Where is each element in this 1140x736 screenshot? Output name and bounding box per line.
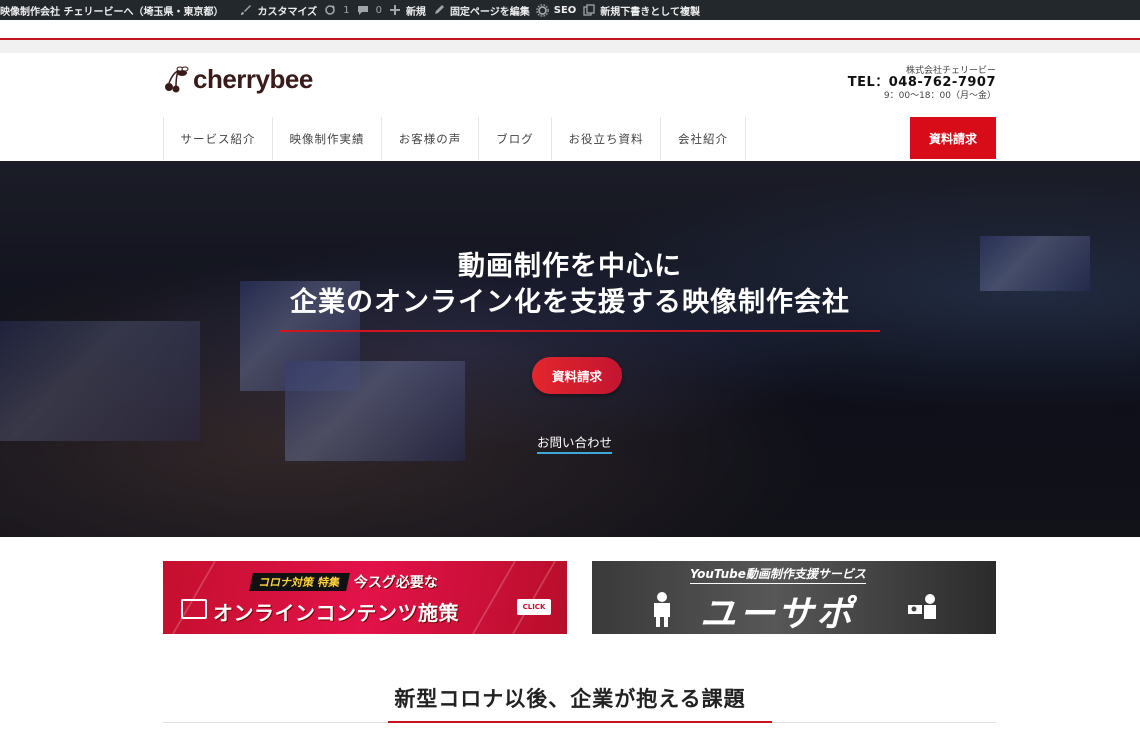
banner-stripe bbox=[171, 561, 217, 634]
adminbar-comments[interactable]: 0 bbox=[356, 0, 388, 20]
adminbar-duplicate[interactable]: 新規下書きとして複製 bbox=[582, 0, 706, 20]
plus-icon bbox=[388, 3, 402, 17]
adminbar-site-link[interactable]: 映像制作会社 チェリービーへ（埼玉県・東京都） bbox=[0, 0, 229, 20]
banner1-tag2: 今スグ必要な bbox=[353, 575, 438, 591]
request-materials-button[interactable]: 資料請求 bbox=[910, 117, 996, 159]
adminbar-seo-label: SEO bbox=[553, 4, 577, 16]
hero-request-button[interactable]: 資料請求 bbox=[532, 357, 622, 394]
nav-item-works[interactable]: 映像制作実績 bbox=[272, 117, 381, 160]
adminbar-customize-label: カスタマイズ bbox=[257, 6, 318, 18]
hero-headline-line2: 企業のオンライン化を支援する映像制作会社 bbox=[290, 287, 850, 318]
pencil-icon bbox=[432, 3, 446, 17]
adminbar-duplicate-label: 新規下書きとして複製 bbox=[600, 6, 700, 18]
wp-admin-bar: 映像制作会社 チェリービーへ（埼玉県・東京都） カスタマイズ 1 0 新規 固定… bbox=[0, 0, 1140, 20]
cherry-bee-icon bbox=[163, 65, 193, 95]
nav-item-company[interactable]: 会社紹介 bbox=[660, 117, 746, 160]
hero-headline-underline bbox=[280, 330, 880, 332]
header-gray-strip bbox=[0, 40, 1140, 53]
updates-count: 1 bbox=[343, 4, 350, 16]
gear-icon bbox=[536, 3, 550, 17]
videographer-icon bbox=[904, 591, 936, 627]
site-logo[interactable]: cherrybee bbox=[163, 64, 313, 95]
banner1-tagline: コロナ対策 特集 今スグ必要な bbox=[249, 573, 438, 591]
refresh-icon bbox=[323, 3, 337, 17]
hero-overlay bbox=[0, 161, 1140, 537]
main-nav: サービス紹介 映像制作実績 お客様の声 ブログ お役立ち資料 会社紹介 bbox=[163, 117, 746, 160]
adminbar-customize[interactable]: カスタマイズ bbox=[239, 0, 323, 20]
click-badge: CLICK bbox=[517, 599, 551, 615]
banner1-title: オンラインコンテンツ施策 bbox=[213, 601, 459, 625]
comments-count: 0 bbox=[375, 4, 382, 16]
nav-item-resources[interactable]: お役立ち資料 bbox=[551, 117, 660, 160]
brush-icon bbox=[239, 3, 253, 17]
yousapo-banner[interactable]: YouTube動画制作支援サービス ユーサポ bbox=[592, 561, 996, 634]
section-title-underline bbox=[388, 721, 772, 723]
banner-stripe bbox=[471, 561, 517, 634]
copy-icon bbox=[582, 3, 596, 17]
hero-inquiry-link[interactable]: お問い合わせ bbox=[537, 432, 613, 454]
banner-stripe bbox=[511, 561, 557, 634]
nav-item-testimonials[interactable]: お客様の声 bbox=[381, 117, 478, 160]
adminbar-edit-page-label: 固定ページを編集 bbox=[449, 6, 530, 18]
business-hours: 9：00〜18：00（月〜金） bbox=[883, 91, 996, 102]
nav-item-services[interactable]: サービス紹介 bbox=[163, 117, 272, 160]
online-content-banner[interactable]: コロナ対策 特集 今スグ必要な オンラインコンテンツ施策 CLICK bbox=[163, 561, 567, 634]
phone-number[interactable]: TEL：048-762-7907 bbox=[848, 75, 996, 91]
nav-item-blog[interactable]: ブログ bbox=[478, 117, 551, 160]
film-icon bbox=[181, 599, 207, 619]
header-contact: 株式会社チェリービー TEL：048-762-7907 9：00〜18：00（月… bbox=[848, 66, 996, 102]
banner2-title: ユーサポ bbox=[700, 594, 856, 634]
adminbar-edit-page[interactable]: 固定ページを編集 bbox=[432, 0, 536, 20]
banner2-subtitle: YouTube動画制作支援サービス bbox=[690, 565, 866, 584]
comment-icon bbox=[356, 3, 370, 17]
adminbar-seo[interactable]: SEO bbox=[536, 0, 583, 20]
section-title: 新型コロナ以後、企業が抱える課題 bbox=[394, 687, 746, 711]
hero-section: 動画制作を中心に 企業のオンライン化を支援する映像制作会社 資料請求 お問い合わ… bbox=[0, 161, 1140, 537]
hero-headline-line1: 動画制作を中心に bbox=[458, 251, 682, 282]
logo-text: cherrybee bbox=[193, 64, 313, 94]
adminbar-updates[interactable]: 1 bbox=[323, 0, 355, 20]
banner1-tag: コロナ対策 特集 bbox=[249, 573, 350, 591]
adminbar-new-label: 新規 bbox=[405, 6, 426, 18]
person-camera-icon bbox=[648, 591, 678, 627]
adminbar-new[interactable]: 新規 bbox=[388, 0, 432, 20]
hero-headline: 動画制作を中心に 企業のオンライン化を支援する映像制作会社 bbox=[0, 249, 1140, 321]
